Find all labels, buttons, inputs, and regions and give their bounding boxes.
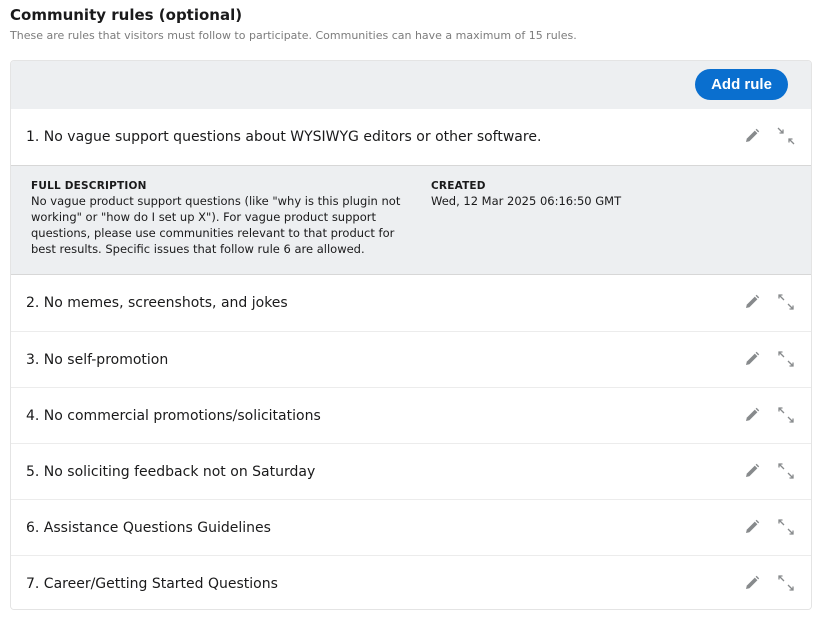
rules-panel: Add rule 1. No vague support questions a… [10, 60, 812, 610]
rule-row[interactable]: 4. No commercial promotions/solicitation… [11, 387, 811, 443]
expand-arrows-icon[interactable] [775, 404, 797, 426]
collapse-arrows-icon[interactable] [775, 125, 797, 147]
pencil-icon[interactable] [743, 574, 761, 592]
rule-title: 3. No self-promotion [26, 352, 169, 368]
expand-arrows-icon[interactable] [775, 460, 797, 482]
rule-row[interactable]: 1. No vague support questions about WYSI… [11, 109, 811, 165]
pencil-icon[interactable] [743, 350, 761, 368]
created-date: Wed, 12 Mar 2025 06:16:50 GMT [431, 194, 622, 208]
rule-row[interactable]: 7. Career/Getting Started Questions [11, 555, 811, 609]
rule-title: 5. No soliciting feedback not on Saturda… [26, 464, 316, 480]
rule-row[interactable]: 5. No soliciting feedback not on Saturda… [11, 443, 811, 499]
rule-row[interactable]: 2. No memes, screenshots, and jokes [11, 275, 811, 331]
add-rule-button[interactable]: Add rule [695, 69, 788, 100]
rule-row[interactable]: 6. Assistance Questions Guidelines [11, 499, 811, 555]
pencil-icon[interactable] [743, 518, 761, 536]
rule-title: 6. Assistance Questions Guidelines [26, 520, 271, 536]
pencil-icon[interactable] [743, 462, 761, 480]
rule-title: 1. No vague support questions about WYSI… [26, 129, 542, 145]
expand-arrows-icon[interactable] [775, 348, 797, 370]
expand-arrows-icon[interactable] [775, 572, 797, 594]
section-subtitle: These are rules that visitors must follo… [10, 29, 577, 42]
section-title: Community rules (optional) [10, 6, 243, 24]
rule-description: FULL DESCRIPTION No vague product suppor… [31, 180, 406, 257]
rules-panel-header: Add rule [11, 61, 811, 109]
pencil-icon[interactable] [743, 293, 761, 311]
rule-row[interactable]: 3. No self-promotion [11, 331, 811, 387]
description-text: No vague product support questions (like… [31, 194, 401, 256]
pencil-icon[interactable] [743, 127, 761, 145]
rule-title: 2. No memes, screenshots, and jokes [26, 295, 288, 311]
rule-title: 4. No commercial promotions/solicitation… [26, 408, 321, 424]
description-label: FULL DESCRIPTION [31, 180, 147, 192]
rule-details: FULL DESCRIPTION No vague product suppor… [11, 165, 811, 275]
rule-created: CREATED Wed, 12 Mar 2025 06:16:50 GMT [431, 180, 731, 209]
rule-title: 7. Career/Getting Started Questions [26, 576, 278, 592]
pencil-icon[interactable] [743, 406, 761, 424]
created-label: CREATED [431, 180, 486, 192]
expand-arrows-icon[interactable] [775, 516, 797, 538]
expand-arrows-icon[interactable] [775, 291, 797, 313]
